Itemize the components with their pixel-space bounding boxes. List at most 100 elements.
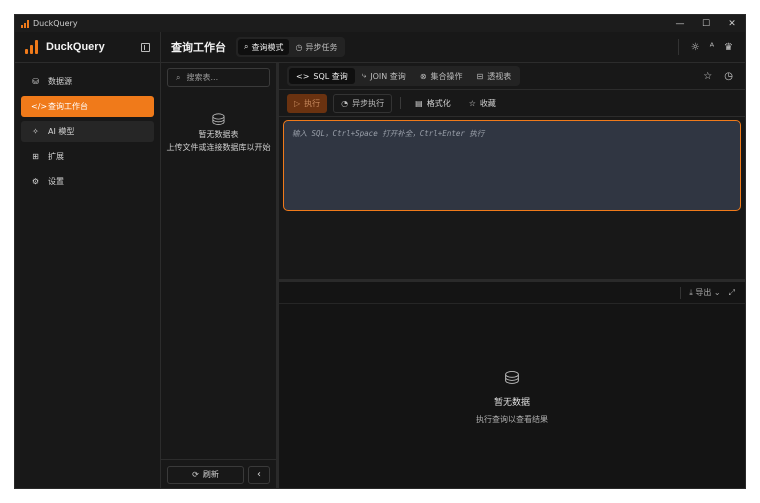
- app-logo-icon: [21, 19, 29, 28]
- sidebar: ⛁ 数据源 </> 查询工作台 ✧ AI 模型 ⊞ 扩展 ⚙ 设置: [15, 63, 161, 488]
- sql-editor[interactable]: 输入 SQL，Ctrl+Space 打开补全，Ctrl+Enter 执行: [283, 120, 741, 211]
- mode-tabs: ⌕ 查询模式 ◷ 异步任务: [236, 37, 346, 57]
- download-icon: ⤓: [689, 288, 693, 297]
- tab-label: 集合操作: [430, 71, 463, 81]
- divider: [400, 97, 402, 109]
- format-label: 格式化: [426, 98, 451, 108]
- clock-icon: ◷: [295, 42, 303, 52]
- sparkle-icon: ✧: [32, 127, 39, 136]
- empty-title: 暂无数据表: [198, 130, 239, 139]
- collapse-panel-button[interactable]: ‹: [248, 465, 270, 484]
- editor-area: 输入 SQL，Ctrl+Space 打开补全，Ctrl+Enter 执行: [279, 117, 745, 282]
- results-toolbar: ⤓ 导出 ⌄ ⤢: [279, 282, 745, 304]
- tables-panel-footer: ⟳ 刷新 ‹: [161, 459, 276, 488]
- format-icon: ▤: [415, 98, 423, 108]
- tab-label: 查询模式: [251, 42, 284, 52]
- code-icon: </>: [31, 102, 48, 111]
- query-tabs: <> SQL 查询 ⤷ JOIN 查询 ⊗ 集合操作 ⊟ 透视表: [287, 66, 521, 86]
- sidebar-item-label: 设置: [48, 177, 64, 186]
- brand-name: DuckQuery: [46, 41, 105, 53]
- run-label: 执行: [304, 98, 321, 108]
- search-icon: ⌕: [244, 42, 249, 51]
- app-header: DuckQuery 查询工作台 ⌕ 查询模式 ◷ 异步任务 ☼ ᴬ ♛: [15, 32, 745, 63]
- run-button[interactable]: ▷ 执行: [287, 93, 328, 113]
- code-icon: <>: [296, 71, 310, 81]
- trophy-icon[interactable]: ♛: [724, 42, 733, 53]
- sidebar-item-label: AI 模型: [48, 127, 75, 136]
- star-icon: ☆: [468, 98, 476, 108]
- tab-async-tasks[interactable]: ◷ 异步任务: [289, 39, 343, 55]
- favorite-button[interactable]: ☆ 收藏: [463, 94, 502, 113]
- divider: [677, 39, 679, 55]
- database-icon: ⛁: [504, 368, 520, 389]
- brand: DuckQuery: [15, 32, 161, 62]
- sun-icon[interactable]: ☼: [691, 42, 700, 53]
- header-main: 查询工作台 ⌕ 查询模式 ◷ 异步任务 ☼ ᴬ ♛: [161, 32, 745, 62]
- window-title: DuckQuery: [33, 19, 78, 28]
- join-icon: ⤷: [361, 71, 367, 80]
- export-button[interactable]: ⤓ 导出 ⌄: [689, 287, 720, 298]
- main-body: ⛁ 数据源 </> 查询工作台 ✧ AI 模型 ⊞ 扩展 ⚙ 设置 ⌕ 搜索表.…: [15, 63, 745, 488]
- refresh-button[interactable]: ⟳ 刷新: [167, 465, 244, 484]
- tab-label: 透视表: [487, 71, 512, 81]
- query-actions: ☆ ◷: [703, 71, 745, 82]
- sidebar-toggle-button[interactable]: [141, 42, 150, 52]
- sidebar-item-label: 扩展: [48, 152, 64, 161]
- divider: [680, 286, 682, 299]
- empty-hint: 执行查询以查看结果: [476, 415, 548, 424]
- async-label: 异步执行: [352, 98, 385, 108]
- sidebar-item-label: 查询工作台: [48, 102, 88, 111]
- tables-empty-state: ⛁ 暂无数据表 上传文件或连接数据库以开始: [161, 112, 276, 154]
- favorite-label: 收藏: [479, 98, 496, 108]
- sidebar-item-query-workbench[interactable]: </> 查询工作台: [21, 96, 154, 117]
- maximize-button[interactable]: ☐: [693, 15, 719, 32]
- empty-hint: 上传文件或连接数据库以开始: [166, 143, 271, 152]
- puzzle-icon: ⊞: [32, 152, 39, 161]
- sidebar-item-ai-models[interactable]: ✧ AI 模型: [21, 121, 154, 142]
- results-empty-state: ⛁ 暂无数据 执行查询以查看结果: [279, 304, 745, 488]
- sidebar-item-datasource[interactable]: ⛁ 数据源: [21, 71, 154, 92]
- chevron-down-icon: ⌄: [713, 288, 721, 297]
- sidebar-item-label: 数据源: [48, 77, 72, 86]
- title-bar: DuckQuery — ☐ ✕: [15, 15, 745, 32]
- empty-title: 暂无数据: [493, 398, 530, 408]
- format-button[interactable]: ▤ 格式化: [409, 94, 457, 113]
- tab-label: JOIN 查询: [370, 71, 406, 81]
- async-run-button[interactable]: ◔ 异步执行: [333, 93, 393, 113]
- minimize-button[interactable]: —: [667, 15, 693, 32]
- tab-label: 异步任务: [305, 42, 338, 52]
- play-icon: ▷: [294, 98, 301, 108]
- timer-icon: ◔: [341, 98, 349, 108]
- table-icon: ⊟: [476, 71, 484, 81]
- history-icon[interactable]: ◷: [724, 71, 733, 82]
- expand-icon[interactable]: ⤢: [729, 288, 735, 298]
- database-icon: ⛁: [32, 77, 39, 86]
- tab-query-mode[interactable]: ⌕ 查询模式: [238, 39, 290, 55]
- export-label: 导出: [695, 288, 712, 297]
- search-placeholder: 搜索表...: [186, 73, 219, 82]
- window-controls: — ☐ ✕: [667, 15, 745, 32]
- sidebar-item-extensions[interactable]: ⊞ 扩展: [21, 146, 154, 167]
- tab-pivot-table[interactable]: ⊟ 透视表: [470, 68, 519, 84]
- editor-toolbar: ▷ 执行 ◔ 异步执行 ▤ 格式化 ☆ 收藏: [279, 90, 745, 117]
- query-tabs-bar: <> SQL 查询 ⤷ JOIN 查询 ⊗ 集合操作 ⊟ 透视表 ☆ ◷: [279, 63, 745, 90]
- results-panel: ⤓ 导出 ⌄ ⤢ ⛁ 暂无数据 执行查询以查看结果: [279, 282, 745, 488]
- sidebar-item-settings[interactable]: ⚙ 设置: [21, 171, 154, 192]
- app-window: DuckQuery — ☐ ✕ DuckQuery 查询工作台 ⌕ 查询模式 ◷…: [14, 14, 746, 489]
- page-title: 查询工作台: [171, 41, 226, 54]
- editor-column: <> SQL 查询 ⤷ JOIN 查询 ⊗ 集合操作 ⊟ 透视表 ☆ ◷ ▷ 执…: [279, 63, 745, 488]
- tab-set-operations[interactable]: ⊗ 集合操作: [413, 68, 470, 84]
- star-icon[interactable]: ☆: [703, 71, 712, 82]
- close-button[interactable]: ✕: [719, 15, 745, 32]
- duckquery-logo-icon: [25, 40, 38, 54]
- table-search-input[interactable]: ⌕ 搜索表...: [167, 68, 270, 87]
- tables-panel: ⌕ 搜索表... ⛁ 暂无数据表 上传文件或连接数据库以开始 ⟳ 刷新 ‹: [161, 63, 279, 488]
- set-icon: ⊗: [419, 71, 427, 81]
- refresh-label: 刷新: [202, 470, 219, 479]
- translate-icon[interactable]: ᴬ: [710, 42, 714, 53]
- tab-sql-query[interactable]: <> SQL 查询: [289, 68, 355, 84]
- tab-join-query[interactable]: ⤷ JOIN 查询: [355, 68, 413, 84]
- chevron-left-icon: ‹: [257, 469, 261, 480]
- tab-label: SQL 查询: [313, 71, 348, 81]
- gear-icon: ⚙: [31, 177, 40, 186]
